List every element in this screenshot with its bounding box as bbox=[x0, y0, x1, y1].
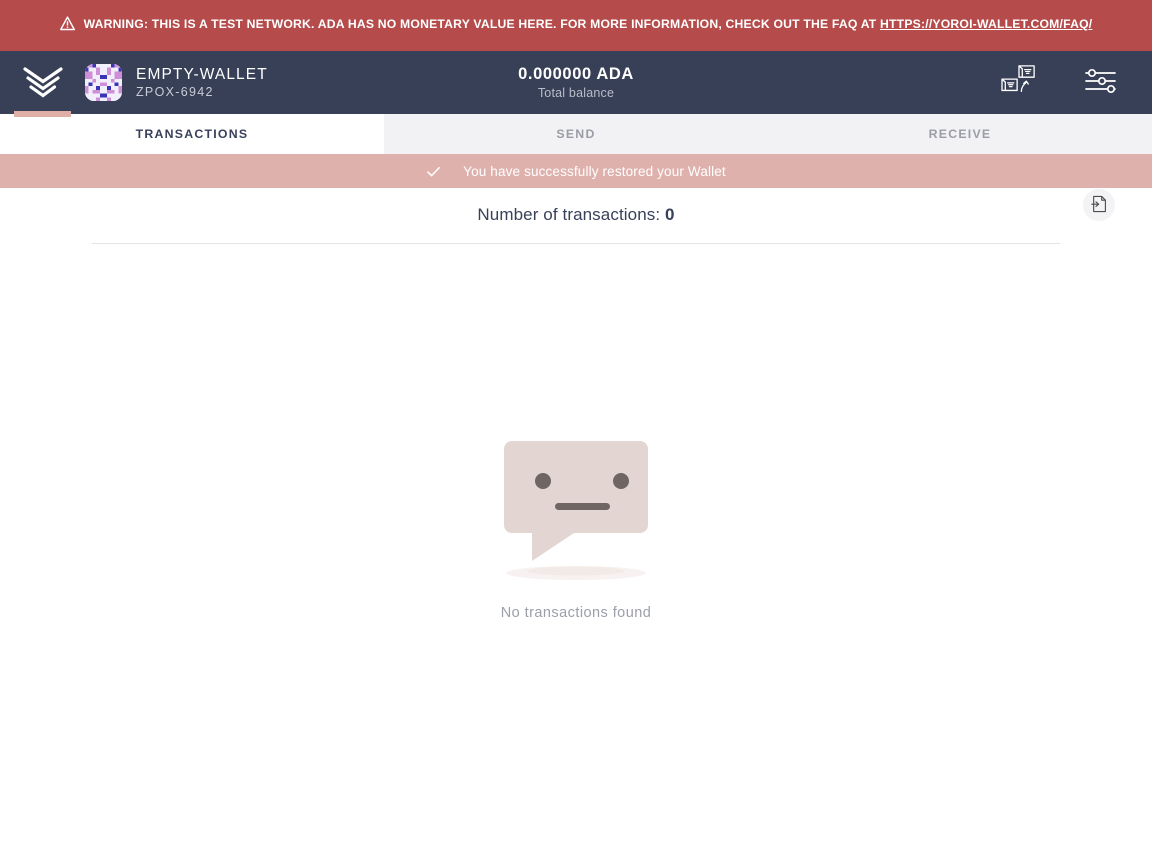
warning-banner-text: WARNING: THIS IS A TEST NETWORK. ADA HAS… bbox=[83, 17, 881, 31]
no-transactions-speech-bubble-face bbox=[502, 437, 650, 582]
test-network-warning-banner: WARNING: THIS IS A TEST NETWORK. ADA HAS… bbox=[0, 0, 1152, 51]
wallet-identity[interactable]: EMPTY-WALLET ZPOX-6942 bbox=[85, 64, 268, 101]
yoroi-logo-icon bbox=[22, 66, 63, 100]
transactions-panel: Number of transactions: 0 No transaction… bbox=[0, 188, 1152, 847]
header-actions bbox=[997, 63, 1152, 103]
wallet-navigation-tabs: Transactions Send Receive bbox=[0, 114, 1152, 154]
switch-wallet-icon bbox=[1000, 64, 1038, 101]
export-file-icon bbox=[1091, 195, 1107, 216]
warning-banner-content: WARNING: THIS IS A TEST NETWORK. ADA HAS… bbox=[59, 14, 1093, 35]
balance-label: Total balance bbox=[537, 85, 615, 100]
yoroi-wallet-app: WARNING: THIS IS A TEST NETWORK. ADA HAS… bbox=[0, 0, 1152, 847]
yoroi-logo-button[interactable] bbox=[0, 51, 85, 117]
switch-wallet-button[interactable] bbox=[997, 63, 1041, 103]
transactions-count-value: 0 bbox=[665, 205, 675, 224]
sliders-settings-icon bbox=[1084, 68, 1118, 97]
wallet-identicon-avatar bbox=[85, 64, 122, 101]
success-notification-bar: You have successfully restored your Wall… bbox=[0, 154, 1152, 188]
tab-send[interactable]: Send bbox=[384, 114, 768, 154]
export-transactions-button[interactable] bbox=[1083, 189, 1115, 221]
tab-transactions[interactable]: Transactions bbox=[0, 114, 384, 154]
notification-message: You have successfully restored your Wall… bbox=[463, 163, 726, 179]
summary-divider bbox=[92, 243, 1060, 244]
wallet-text-block: EMPTY-WALLET ZPOX-6942 bbox=[136, 66, 268, 100]
app-header: EMPTY-WALLET ZPOX-6942 0.000000 ADA Tota… bbox=[0, 51, 1152, 117]
check-icon bbox=[426, 164, 441, 179]
tab-receive[interactable]: Receive bbox=[768, 114, 1152, 154]
transactions-summary: Number of transactions: 0 bbox=[0, 188, 1152, 244]
transactions-count-line: Number of transactions: 0 bbox=[0, 205, 1152, 225]
faq-link[interactable]: HTTPS://YOROI-WALLET.COM/FAQ/ bbox=[880, 17, 1092, 31]
balance-amount: 0.000000 ADA bbox=[518, 64, 634, 83]
warning-triangle-icon bbox=[59, 16, 75, 31]
settings-button[interactable] bbox=[1079, 63, 1123, 103]
no-transactions-message: No transactions found bbox=[500, 605, 652, 621]
wallet-name: EMPTY-WALLET bbox=[136, 65, 268, 83]
wallet-plate-id: ZPOX-6942 bbox=[136, 84, 214, 99]
logo-accent-underline bbox=[14, 111, 71, 117]
no-transactions-empty-state: No transactions found bbox=[0, 437, 1152, 621]
transactions-count-label: Number of transactions: bbox=[477, 205, 661, 224]
